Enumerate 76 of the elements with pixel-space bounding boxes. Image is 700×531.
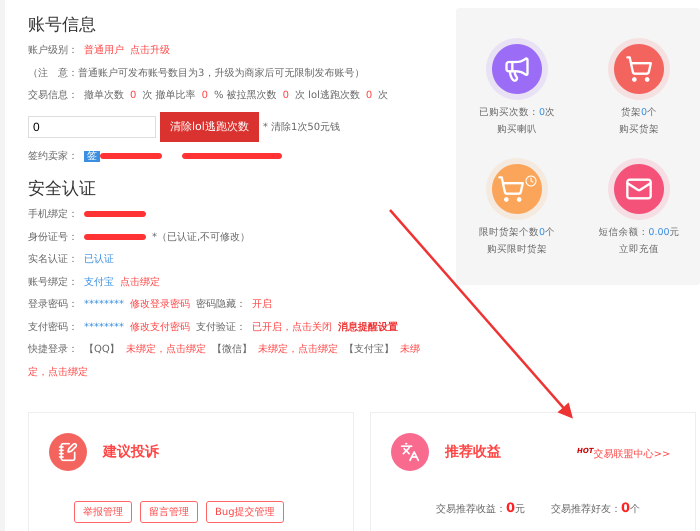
info-text[interactable]: 开启 [252, 299, 272, 310]
card-title: 建议投诉 [103, 443, 159, 461]
service-disc[interactable] [492, 44, 542, 94]
info-text: 次 lol逃跑次数 [295, 90, 360, 101]
info-text[interactable]: 0 [130, 90, 136, 101]
service-count: 限时货架个数0个 [478, 226, 556, 240]
referral-stat: 交易推荐收益：0元 [436, 501, 526, 516]
count-input[interactable]: 0 [28, 116, 156, 138]
info-text: 手机绑定： [28, 209, 78, 220]
info-text[interactable]: 消息提醒设置 [338, 322, 398, 332]
megaphone-icon [503, 55, 531, 83]
info-text: 支付密码： [28, 322, 78, 332]
fee-note: * 清除1次50元钱 [262, 120, 340, 134]
service-link[interactable]: 购买限时货架 [487, 241, 547, 258]
info-text: 支付验证： [196, 322, 246, 332]
info-text: 登录密码： [28, 299, 78, 310]
info-text[interactable]: 点击绑定 [120, 276, 160, 288]
info-text: 【QQ】 [84, 344, 120, 355]
manage-button[interactable]: 举报管理 [74, 501, 132, 523]
info-text[interactable]: 普通用户 [84, 45, 124, 56]
clear-button[interactable]: 清除lol逃跑次数 [160, 112, 259, 142]
service-count: 短信余额：0.00元 [598, 226, 680, 240]
signed-badge: 签 [84, 150, 100, 162]
info-text: 密码隐藏： [196, 299, 246, 310]
info-text: 次 [378, 90, 388, 101]
translate-icon [391, 433, 429, 471]
info-text: 次 撤单比率 [142, 90, 196, 101]
info-text[interactable]: 未绑定，点击绑定 [258, 344, 338, 355]
info-text[interactable]: ******** [84, 299, 124, 310]
referral-stat: 交易推荐好友：0个 [551, 501, 640, 516]
section-title: 账号信息 [28, 14, 97, 37]
redaction-mark [100, 152, 162, 159]
info-text: （注 意：普通账户可发布账号数目为3，升级为商家后可无限制发布账号） [28, 68, 364, 78]
service-link[interactable]: 立即充值 [619, 241, 659, 258]
manage-button[interactable]: Bug提交管理 [206, 501, 284, 523]
service-count: 已购买次数：0次 [478, 106, 556, 120]
info-text[interactable]: 已开启，点击关闭 [252, 322, 332, 332]
info-text: 实名认证： [28, 254, 78, 265]
info-text[interactable]: 未绑 [400, 344, 420, 355]
info-text[interactable]: 修改登录密码 [130, 299, 190, 310]
info-text[interactable]: 支付宝 [84, 276, 114, 288]
info-text: 账户级别： [28, 45, 78, 56]
alliance-link[interactable]: 交易联盟中心>> [594, 447, 670, 461]
info-text[interactable]: 已认证 [84, 254, 114, 265]
cart-clock-icon [497, 175, 537, 203]
info-text[interactable]: 未绑定，点击绑定 [126, 344, 206, 355]
info-text[interactable]: 点击升级 [130, 45, 170, 56]
info-text[interactable]: 0 [366, 90, 372, 101]
notepad-icon [49, 433, 87, 471]
info-text: 交易信息： [28, 90, 78, 101]
manage-button[interactable]: 留言管理 [140, 501, 198, 523]
info-text[interactable]: 0 [202, 90, 208, 101]
info-text: 【微信】 [212, 344, 252, 355]
service-disc[interactable] [614, 164, 664, 214]
service-disc[interactable] [614, 44, 664, 94]
info-text[interactable]: ******** [84, 322, 124, 332]
info-text: 账号绑定： [28, 276, 78, 288]
info-text[interactable]: 修改支付密码 [130, 322, 190, 332]
service-link[interactable]: 购买货架 [619, 121, 659, 138]
service-count: 货架0个 [620, 106, 658, 120]
info-text[interactable]: 0 [282, 90, 289, 101]
info-text: 撤单次数 [84, 90, 124, 101]
info-text: 快捷登录： [28, 344, 78, 355]
service-link[interactable]: 购买喇叭 [497, 121, 537, 138]
section-title: 安全认证 [28, 178, 97, 201]
redaction-mark [84, 234, 146, 240]
info-text[interactable]: 定，点击绑定 [28, 366, 88, 378]
info-text: *（已认证,不可修改） [152, 232, 250, 242]
seller-label: 签约卖家： [28, 150, 78, 162]
redaction-mark [84, 211, 146, 218]
service-disc[interactable] [492, 164, 542, 214]
info-text: 身份证号： [28, 232, 78, 242]
info-text: % 被拉黑次数 [214, 90, 277, 101]
card-title: 推荐收益 [445, 443, 501, 461]
info-text: 【支付宝】 [344, 344, 394, 355]
cart-icon [625, 55, 653, 83]
